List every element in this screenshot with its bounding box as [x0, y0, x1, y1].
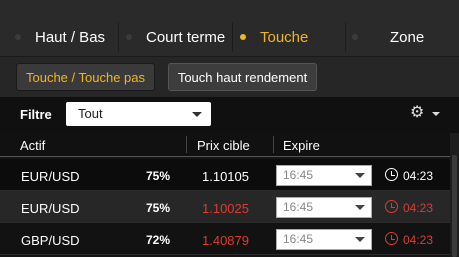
- chevron-down-icon: [355, 205, 365, 210]
- table-row[interactable]: EUR/USD 75% 1.10105 16:45 04:23: [0, 159, 450, 191]
- tab-label: Zone: [390, 28, 425, 46]
- table-row[interactable]: EUR/USD 75% 1.10025 16:45 04:23: [0, 191, 450, 223]
- target-price: 1.10025: [202, 201, 249, 216]
- target-price: 1.40879: [202, 233, 249, 248]
- tab-label: Haut / Bas: [35, 28, 106, 46]
- expiry-value: 16:45: [283, 168, 314, 182]
- filter-selected-value: Tout: [78, 106, 103, 121]
- chevron-down-icon: [192, 112, 202, 117]
- column-divider: [273, 136, 274, 153]
- gear-icon[interactable]: ⚙: [410, 105, 424, 121]
- tab-label: Court terme: [146, 28, 226, 46]
- payout-percent: 72%: [146, 233, 171, 247]
- tab-zone[interactable]: Zone: [352, 17, 424, 57]
- scrollbar-thumb[interactable]: [452, 155, 457, 257]
- time-remaining: 04:23: [403, 201, 434, 215]
- clock-icon: [385, 232, 398, 245]
- settings-chevron-down-icon[interactable]: [432, 112, 440, 116]
- table-header: Actif Prix cible Expire: [0, 133, 450, 157]
- chevron-down-icon: [355, 173, 365, 178]
- table-scrollbar[interactable]: [450, 133, 459, 257]
- tab-label: Touche: [260, 28, 309, 46]
- column-divider: [186, 136, 187, 153]
- asset-name: EUR/USD: [21, 169, 80, 184]
- subtab-label: Touch haut rendement: [177, 69, 308, 85]
- payout-percent: 75%: [146, 169, 171, 183]
- column-header-target-price[interactable]: Prix cible: [197, 138, 250, 153]
- clock-icon: [385, 200, 398, 213]
- tab-divider: [118, 22, 119, 52]
- column-header-expire[interactable]: Expire: [283, 138, 320, 153]
- asset-name: GBP/USD: [21, 233, 80, 248]
- tab-indicator-icon: [126, 34, 132, 40]
- tab-touche[interactable]: Touche: [240, 17, 308, 57]
- asset-name: EUR/USD: [21, 201, 80, 216]
- subtab-touch-haut-rendement[interactable]: Touch haut rendement: [168, 63, 317, 91]
- column-header-asset[interactable]: Actif: [20, 138, 45, 153]
- payout-percent: 75%: [146, 201, 171, 215]
- expiry-select[interactable]: 16:45: [276, 197, 372, 218]
- tab-indicator-icon: [15, 34, 21, 40]
- table-row[interactable]: GBP/USD 72% 1.40879 16:45 04:23: [0, 223, 450, 255]
- filter-dropdown[interactable]: Tout: [66, 102, 211, 126]
- expiry-select[interactable]: 16:45: [276, 165, 372, 186]
- expiry-select[interactable]: 16:45: [276, 229, 372, 250]
- tab-divider: [345, 22, 346, 52]
- subtab-bar: Touche / Touche pas Touch haut rendement: [0, 57, 459, 97]
- filter-bar: Filtre Tout ⚙: [0, 97, 459, 133]
- time-remaining: 04:23: [403, 169, 434, 183]
- tab-indicator-icon: [240, 34, 246, 40]
- tab-court-terme[interactable]: Court terme: [126, 17, 225, 57]
- time-remaining: 04:23: [403, 233, 434, 247]
- target-price: 1.10105: [202, 169, 249, 184]
- tab-haut-bas[interactable]: Haut / Bas: [15, 17, 105, 57]
- filter-label: Filtre: [20, 107, 52, 122]
- tab-divider: [232, 22, 233, 52]
- subtab-label: Touche / Touche pas: [25, 69, 145, 85]
- tab-indicator-icon: [352, 34, 358, 40]
- expiry-value: 16:45: [283, 200, 314, 214]
- expiry-value: 16:45: [283, 232, 314, 246]
- chevron-down-icon: [355, 237, 365, 242]
- clock-icon: [385, 168, 398, 181]
- option-type-tabs: Haut / Bas Court terme Touche Zone: [0, 0, 459, 57]
- subtab-touche-touche-pas[interactable]: Touche / Touche pas: [16, 63, 155, 91]
